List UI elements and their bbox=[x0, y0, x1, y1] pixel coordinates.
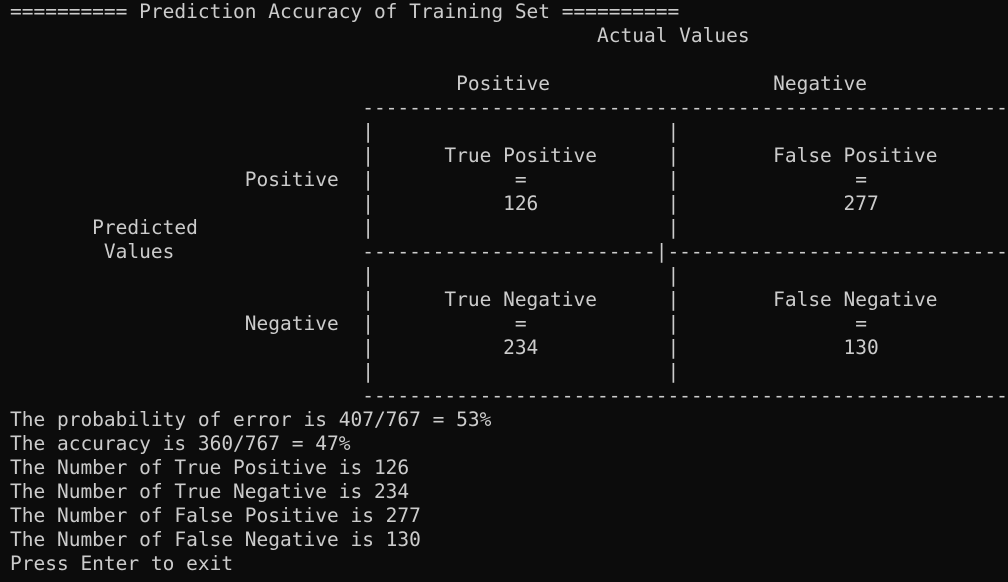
console-line: The probability of error is 407/767 = 53… bbox=[10, 408, 492, 431]
console-line: ----------------------------------------… bbox=[10, 384, 1008, 407]
console-line: Negative | = | = bbox=[10, 312, 868, 335]
console-line: The Number of True Negative is 234 bbox=[10, 480, 410, 503]
console-line: | | bbox=[10, 120, 680, 143]
console-line: | True Positive | False Positive bbox=[10, 144, 938, 167]
console-line: | 126 | 277 bbox=[10, 192, 879, 215]
console-line: | | bbox=[10, 264, 680, 287]
console-line: | | bbox=[10, 360, 680, 383]
console-line: Predicted | | bbox=[10, 216, 680, 239]
console-line: Positive Negative bbox=[10, 72, 868, 95]
console-line: The Number of False Positive is 277 bbox=[10, 504, 421, 527]
console-line: ----------------------------------------… bbox=[10, 96, 1008, 119]
console-header: ========== Prediction Accuracy of Traini… bbox=[10, 0, 680, 23]
console-line: Positive | = | = bbox=[10, 168, 868, 191]
console-line: The Number of True Positive is 126 bbox=[10, 456, 410, 479]
console-line: Actual Values bbox=[10, 24, 750, 47]
console-output[interactable]: ========== Prediction Accuracy of Traini… bbox=[0, 0, 1008, 582]
console-line: Press Enter to exit bbox=[10, 552, 234, 575]
console-line: | True Negative | False Negative bbox=[10, 288, 938, 311]
console-line: Values -------------------------|-------… bbox=[10, 240, 1008, 263]
console-line: | 234 | 130 bbox=[10, 336, 879, 359]
console-line: The accuracy is 360/767 = 47% bbox=[10, 432, 351, 455]
console-line: The Number of False Negative is 130 bbox=[10, 528, 421, 551]
